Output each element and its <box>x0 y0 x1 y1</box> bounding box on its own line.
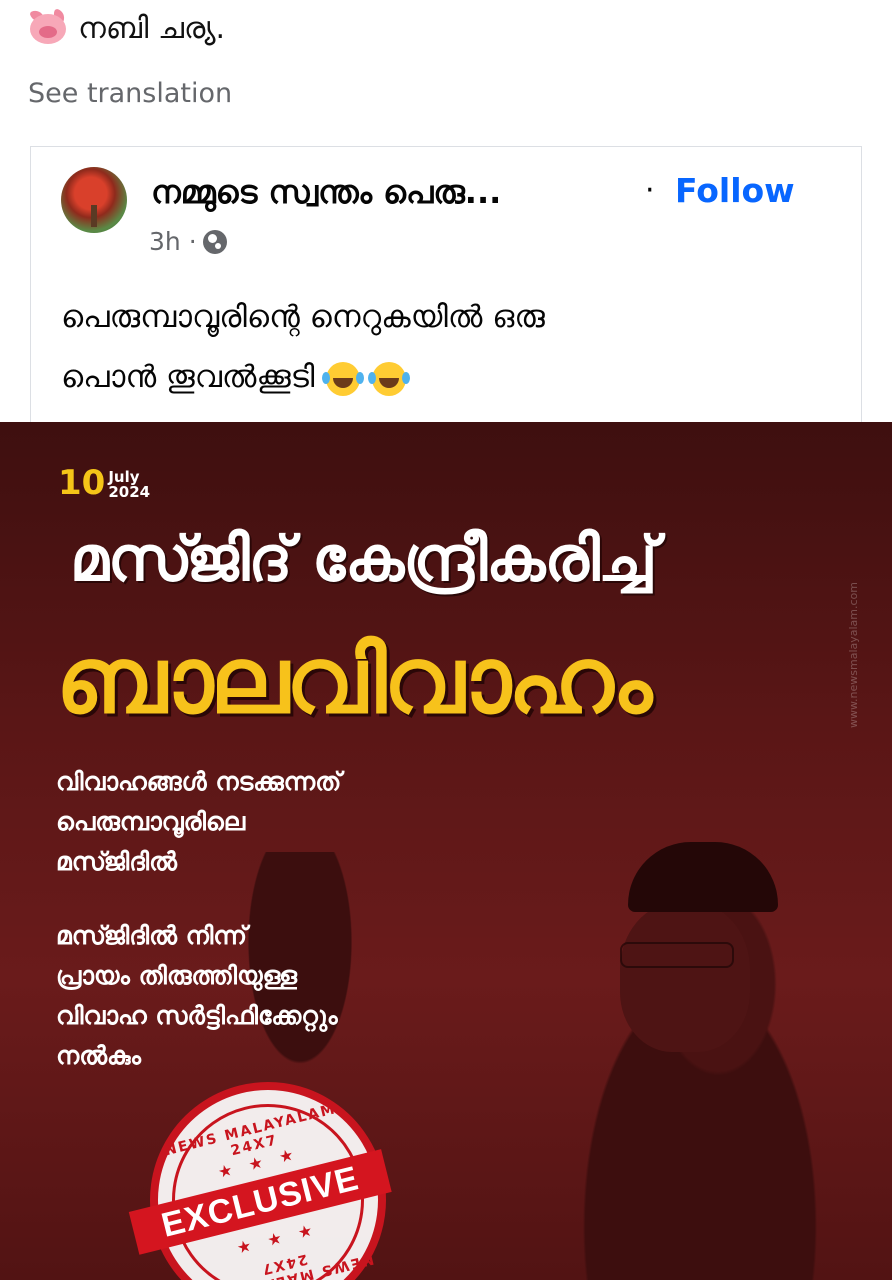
date-year: 2024 <box>108 483 151 501</box>
image-body-block-1: വിവാഹങ്ങൾ നടക്കുന്നത് പെരുമ്പാവൂരിലെ മസ്… <box>56 762 341 882</box>
body-line: മസ്ജിദിൽ <box>56 847 177 876</box>
post-image[interactable]: 10 July 2024 മസ്ജിദ് കേന്ദ്രീകരിച്ച് ബാല… <box>0 422 892 1280</box>
date-day: 10 <box>58 463 106 503</box>
see-translation-link[interactable]: See translation <box>28 78 232 109</box>
body-line: നൽകും <box>56 1041 142 1070</box>
image-headline-2: ബാലവിവാഹം <box>56 627 652 734</box>
person-glasses <box>620 942 734 968</box>
globe-icon <box>202 229 227 254</box>
post-meta: 3h · <box>149 227 227 256</box>
post-text-line: പൊൻ തൂവൽക്കൂടി <box>61 359 315 395</box>
image-headline-1: മസ്ജിദ് കേന്ദ്രീകരിച്ച് <box>70 522 657 595</box>
body-line: മസ്ജിദിൽ നിന്ന് <box>56 921 248 950</box>
body-line: പ്രായം തിരുത്തിയുള്ള <box>56 961 298 990</box>
follow-button[interactable]: Follow <box>675 171 795 210</box>
tears-of-joy-emoji-icon <box>368 361 407 396</box>
shared-post-card[interactable]: നമ്മുടെ സ്വന്തം പെരു... · Follow 3h · പെ… <box>30 146 862 437</box>
tears-of-joy-emoji-icon <box>322 361 361 396</box>
side-watermark: www.newsmalayalam.com <box>847 582 860 728</box>
post-caption: നബി ചര്യ. <box>28 8 225 48</box>
body-line: പെരുമ്പാവൂരിലെ <box>56 807 246 836</box>
post-time[interactable]: 3h · <box>149 227 197 256</box>
separator-dot: · <box>645 173 655 208</box>
post-text: പെരുമ്പാവൂരിന്റെ നെറുകയിൽ ഒരു പൊൻ തൂവൽക്… <box>61 287 821 407</box>
page-name[interactable]: നമ്മുടെ സ്വന്തം പെരു... <box>151 173 501 212</box>
caption-text: നബി ചര്യ. <box>78 10 226 46</box>
body-line: വിവാഹങ്ങൾ നടക്കുന്നത് <box>56 767 342 796</box>
post-text-line: പെരുമ്പാവൂരിന്റെ നെറുകയിൽ ഒരു <box>61 299 545 335</box>
person-face <box>620 902 750 1052</box>
body-line: വിവാഹ സർട്ടിഫിക്കേറ്റും <box>56 1001 338 1030</box>
image-date: 10 July 2024 <box>58 466 150 500</box>
page-avatar[interactable] <box>61 167 127 233</box>
pig-emoji-icon <box>28 8 68 48</box>
image-body-block-2: മസ്ജിദിൽ നിന്ന് പ്രായം തിരുത്തിയുള്ള വിവ… <box>56 916 338 1076</box>
